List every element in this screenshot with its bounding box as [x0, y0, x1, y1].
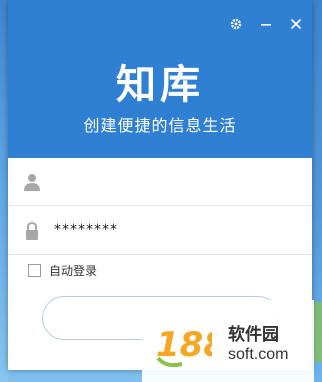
app-slogan: 创建便捷的信息生活: [83, 116, 237, 135]
watermark: 188 软件园 soft.com: [142, 300, 314, 382]
close-icon[interactable]: [288, 18, 304, 34]
username-field[interactable]: [8, 159, 312, 206]
brand-banner: 知库 创建便捷的信息生活: [8, 0, 312, 158]
minimize-icon[interactable]: [258, 18, 274, 34]
window-controls: [228, 18, 304, 34]
gear-icon[interactable]: [228, 18, 244, 34]
auto-login-checkbox[interactable]: [28, 264, 41, 277]
app-logo: 知库: [116, 62, 204, 108]
auto-login-label: 自动登录: [49, 264, 98, 278]
auto-login-option[interactable]: 自动登录: [28, 262, 97, 279]
password-value[interactable]: ********: [54, 222, 118, 238]
password-field[interactable]: ********: [8, 208, 312, 255]
user-icon: [24, 173, 40, 191]
desktop-background-left: [0, 0, 8, 382]
lock-icon: [24, 221, 40, 240]
watermark-logo: 188: [156, 325, 212, 368]
svg-text:188: 188: [156, 325, 212, 365]
watermark-url: soft.com: [228, 346, 289, 363]
watermark-name: 软件园: [228, 325, 279, 345]
